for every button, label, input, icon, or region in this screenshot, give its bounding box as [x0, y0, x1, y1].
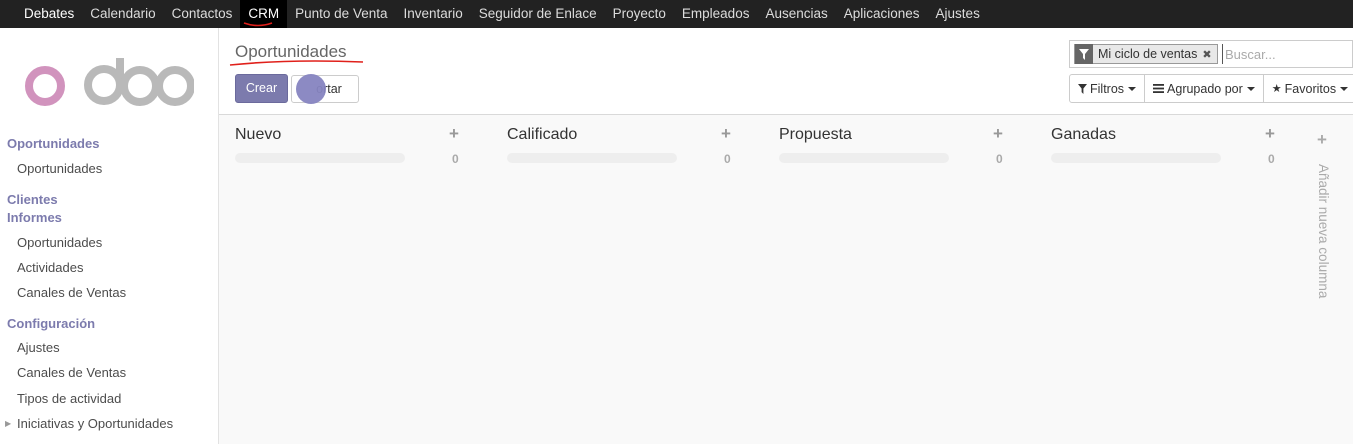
kanban-view: Nuevo + 0 Calificado + 0 Propuesta + 0 G…: [219, 116, 1353, 444]
sidebar-item-ajustes[interactable]: Ajustes: [0, 340, 60, 355]
filters-button[interactable]: Filtros: [1069, 74, 1146, 103]
column-title[interactable]: Calificado: [507, 126, 577, 144]
column-progress-bar: [1051, 153, 1221, 163]
menu-proyecto[interactable]: Proyecto: [605, 0, 674, 28]
kanban-column: Nuevo + 0: [219, 116, 459, 176]
menu-empleados[interactable]: Empleados: [674, 0, 758, 28]
column-count: 0: [724, 152, 731, 166]
menu-crm[interactable]: CRM: [240, 0, 288, 28]
sidebar-section-configuracion: Configuración: [7, 316, 96, 331]
caret-down-icon: [1340, 86, 1349, 91]
search-facet[interactable]: Mi ciclo de ventas ✖: [1074, 44, 1218, 64]
filter-icon: [1075, 44, 1093, 64]
sidebar-item-config-canales-de-ventas[interactable]: Canales de Ventas: [0, 365, 126, 380]
add-card-icon[interactable]: +: [993, 124, 1003, 144]
menu-calendario[interactable]: Calendario: [82, 0, 163, 28]
kanban-column: Ganadas + 0: [1035, 116, 1275, 176]
star-icon: ★: [1271, 83, 1282, 95]
menu-ausencias[interactable]: Ausencias: [757, 0, 835, 28]
filter-icon: [1078, 83, 1087, 94]
red-underline-annotation: [229, 60, 364, 66]
groupby-label: Agrupado por: [1167, 81, 1243, 96]
caret-down-icon: [1128, 86, 1137, 91]
column-count: 0: [452, 152, 459, 166]
favorites-label: Favoritos: [1284, 81, 1337, 96]
menu-seguidor-de-enlace[interactable]: Seguidor de Enlace: [471, 0, 605, 28]
column-title[interactable]: Nuevo: [235, 126, 281, 144]
add-card-icon[interactable]: +: [449, 124, 459, 144]
sidebar-section-clientes[interactable]: Clientes: [0, 192, 58, 207]
column-title[interactable]: Ganadas: [1051, 126, 1116, 144]
column-count: 0: [1268, 152, 1275, 166]
add-card-icon[interactable]: +: [1265, 124, 1275, 144]
column-progress-bar: [235, 153, 405, 163]
kanban-column: Calificado + 0: [491, 116, 731, 176]
caret-down-icon: [1246, 86, 1255, 91]
search-options: Filtros Agrupado por ★ Favoritos: [1069, 74, 1353, 103]
column-progress-bar: [779, 153, 949, 163]
add-column[interactable]: + Añadir nueva columna: [1309, 116, 1339, 444]
sidebar-item-actividades[interactable]: Actividades: [0, 260, 83, 275]
remove-facet-icon[interactable]: ✖: [1202, 48, 1211, 61]
column-count: 0: [996, 152, 1003, 166]
control-panel: Oportunidades Crear ortar Mi ciclo de ve…: [219, 28, 1353, 115]
red-underline-annotation: [244, 22, 273, 27]
sidebar-item-canales-de-ventas[interactable]: Canales de Ventas: [0, 285, 126, 300]
add-column-icon[interactable]: +: [1317, 130, 1327, 150]
top-navbar: Debates Calendario Contactos CRM Punto d…: [0, 0, 1353, 28]
add-column-label: Añadir nueva columna: [1316, 164, 1331, 299]
sidebar: Oportunidades Oportunidades Clientes Inf…: [0, 28, 219, 444]
sidebar-section-oportunidades: Oportunidades: [7, 136, 100, 151]
menu-inventario[interactable]: Inventario: [395, 0, 470, 28]
list-icon: [1153, 84, 1165, 93]
odoo-logo[interactable]: [24, 58, 194, 108]
sidebar-item-tipos-de-actividad[interactable]: Tipos de actividad: [0, 391, 121, 406]
column-progress-bar: [507, 153, 677, 163]
filters-label: Filtros: [1090, 81, 1125, 96]
search-box: Mi ciclo de ventas ✖: [1069, 40, 1353, 68]
groupby-button[interactable]: Agrupado por: [1144, 74, 1264, 103]
column-title[interactable]: Propuesta: [779, 126, 852, 144]
menu-contactos[interactable]: Contactos: [164, 0, 241, 28]
sidebar-item-iniciativas[interactable]: Iniciativas y Oportunidades: [0, 416, 173, 431]
menu-crm-label: CRM: [248, 6, 280, 21]
add-card-icon[interactable]: +: [721, 124, 731, 144]
menu-ajustes[interactable]: Ajustes: [928, 0, 988, 28]
cursor-highlight: [296, 74, 326, 104]
sidebar-section-informes: Informes: [7, 210, 62, 225]
favorites-button[interactable]: ★ Favoritos: [1262, 74, 1353, 103]
sidebar-item-informes-oportunidades[interactable]: Oportunidades: [0, 235, 102, 250]
menu-debates[interactable]: Debates: [16, 0, 82, 28]
menu-punto-de-venta[interactable]: Punto de Venta: [287, 0, 395, 28]
menu-aplicaciones[interactable]: Aplicaciones: [836, 0, 928, 28]
search-input[interactable]: [1222, 44, 1352, 64]
facet-label: Mi ciclo de ventas: [1098, 47, 1198, 61]
sidebar-item-oportunidades[interactable]: Oportunidades: [0, 161, 102, 176]
kanban-column: Propuesta + 0: [763, 116, 1003, 176]
create-button[interactable]: Crear: [235, 74, 288, 103]
